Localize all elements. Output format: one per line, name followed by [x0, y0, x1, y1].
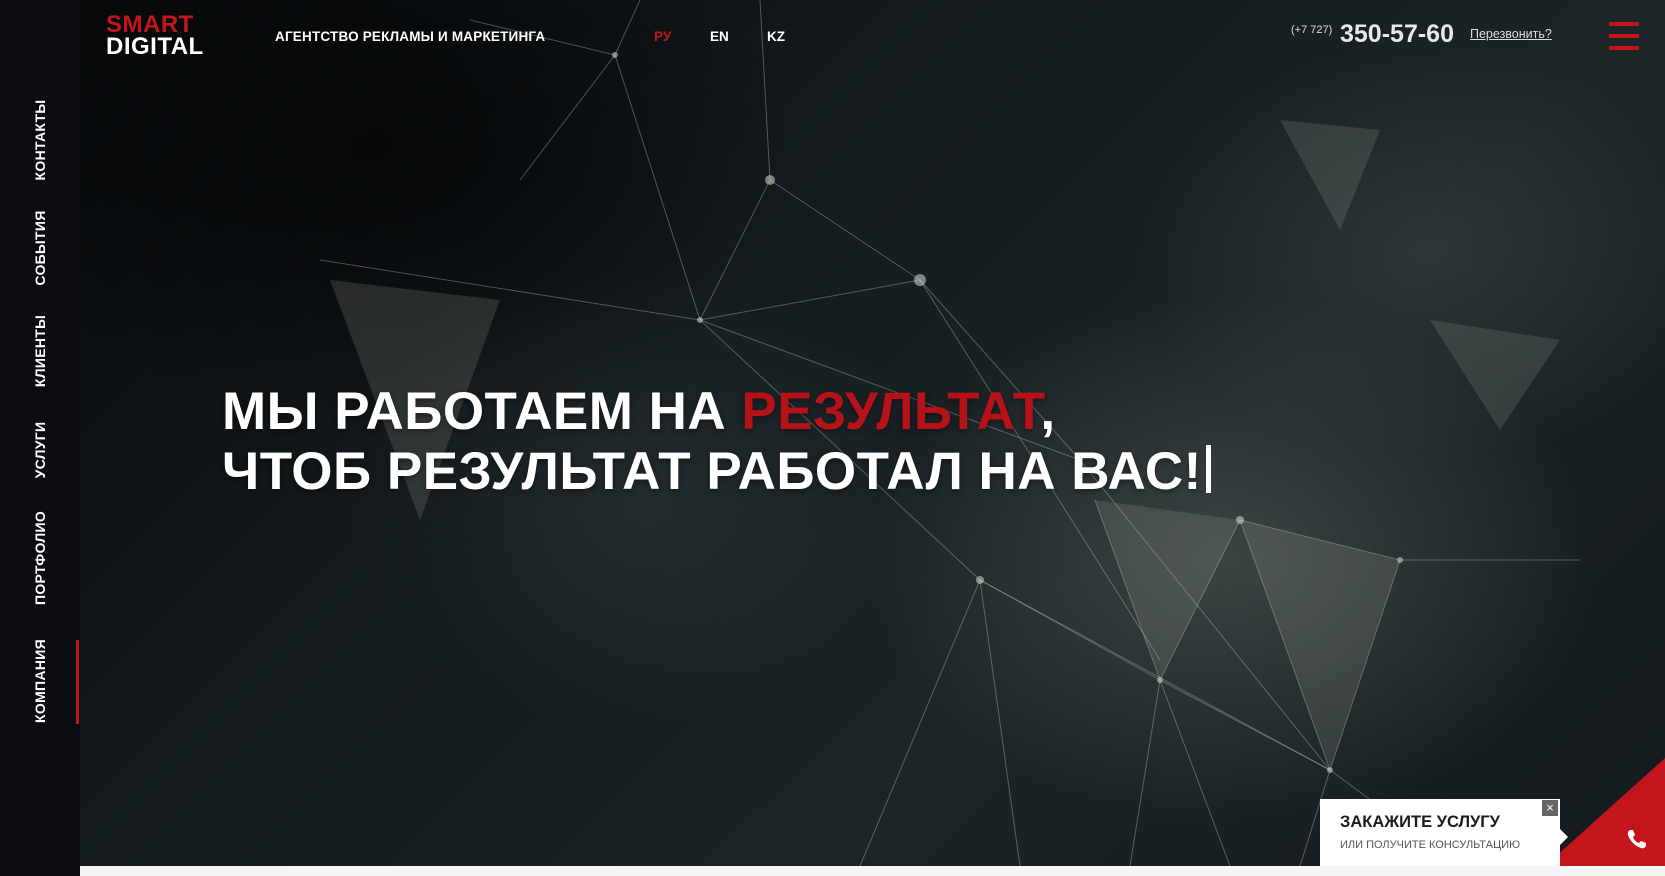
headline-line1: МЫ РАБОТАЕМ НА РЕЗУЛЬТАТ,: [222, 382, 1211, 442]
nav-item-services[interactable]: УСЛУГИ: [32, 422, 48, 479]
logo[interactable]: SMART DIGITAL: [106, 13, 204, 60]
order-widget[interactable]: ЗАКАЖИТЕ УСЛУГУ ИЛИ ПОЛУЧИТЕ КОНСУЛЬТАЦИ…: [1320, 799, 1568, 866]
close-icon[interactable]: ×: [1542, 800, 1558, 816]
nav-active-indicator: [76, 640, 79, 724]
headline-line1-part1: МЫ РАБОТАЕМ НА: [222, 382, 742, 441]
headline-accent: РЕЗУЛЬТАТ: [741, 382, 1041, 441]
headline-line1-part2: ,: [1040, 382, 1056, 441]
order-title: ЗАКАЖИТЕ УСЛУГУ: [1340, 813, 1500, 831]
tagline: АГЕНТСТВО РЕКЛАМЫ И МАРКЕТИНГА: [275, 29, 546, 44]
nav-item-company[interactable]: КОМПАНИЯ: [32, 639, 48, 723]
order-subtitle: ИЛИ ПОЛУЧИТЕ КОНСУЛЬТАЦИЮ: [1340, 839, 1521, 851]
bottom-strip: [80, 866, 1665, 876]
hamburger-icon[interactable]: [1609, 22, 1639, 50]
phone-prefix: (+7 727): [1291, 24, 1333, 36]
nav-item-contacts[interactable]: КОНТАКТЫ: [32, 100, 48, 181]
lang-kz[interactable]: KZ: [767, 29, 785, 44]
lang-ru[interactable]: РУ: [654, 29, 671, 44]
typing-cursor: [1205, 445, 1211, 493]
nav-item-clients[interactable]: КЛИЕНТЫ: [32, 315, 48, 387]
nav-item-portfolio[interactable]: ПОРТФОЛИО: [32, 511, 48, 605]
phone-number[interactable]: 350-57-60: [1340, 20, 1454, 49]
side-nav: КОНТАКТЫ СОБЫТИЯ КЛИЕНТЫ УСЛУГИ ПОРТФОЛИ…: [0, 0, 80, 876]
lang-en[interactable]: EN: [710, 29, 729, 44]
logo-line2: DIGITAL: [106, 33, 204, 60]
nav-item-events[interactable]: СОБЫТИЯ: [32, 210, 48, 285]
order-pointer: [1560, 829, 1568, 845]
hero-headline: МЫ РАБОТАЕМ НА РЕЗУЛЬТАТ, ЧТОБ РЕЗУЛЬТАТ…: [222, 382, 1211, 502]
callback-link[interactable]: Перезвонить?: [1470, 27, 1552, 41]
headline-line2: ЧТОБ РЕЗУЛЬТАТ РАБОТАЛ НА ВАС!: [222, 442, 1211, 502]
headline-line2-text: ЧТОБ РЕЗУЛЬТАТ РАБОТАЛ НА ВАС!: [222, 442, 1202, 501]
call-button[interactable]: [1545, 758, 1665, 866]
